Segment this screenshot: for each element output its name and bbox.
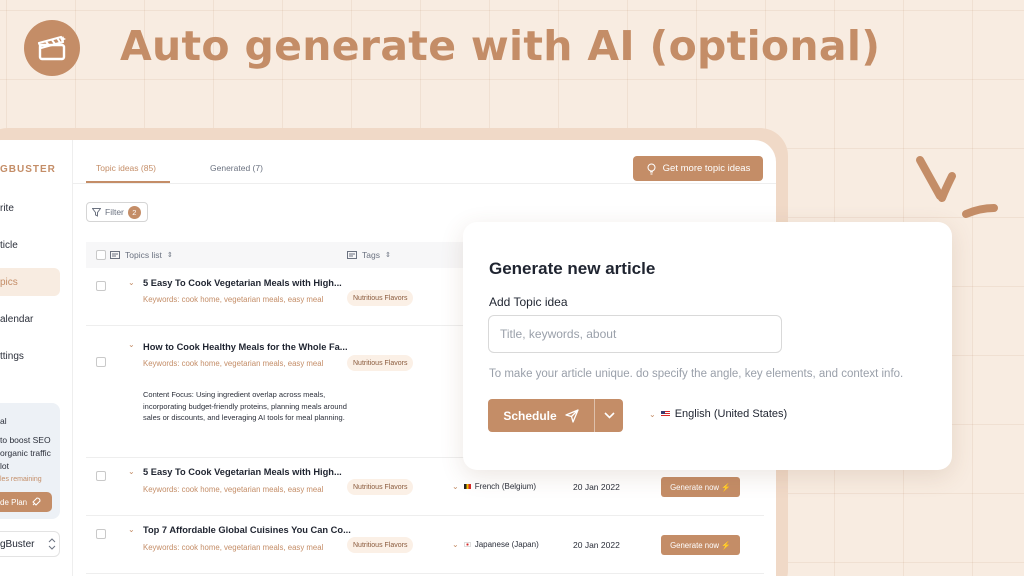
dialog-title: Generate new article: [489, 259, 656, 278]
generate-now-button[interactable]: Generate now ⚡: [661, 477, 740, 497]
sidebar-item-label: rite: [0, 202, 14, 214]
tag-badge: Nutritious Flavors: [347, 355, 414, 371]
topic-description: Content Focus: Using ingredient overlap …: [143, 390, 347, 422]
topic-title: 5 Easy To Cook Vegetarian Meals with Hig…: [143, 278, 342, 288]
chevron-down-icon: ⌄: [452, 540, 459, 549]
sidebar-item-write[interactable]: rite: [0, 194, 60, 222]
topic-keywords: Keywords: cook home, vegetarian meals, e…: [143, 485, 324, 494]
flag-icon: [463, 484, 471, 489]
generate-now-button[interactable]: Generate now ⚡: [661, 535, 740, 555]
filter-button[interactable]: Filter 2: [86, 202, 148, 222]
workspace-switcher[interactable]: gBuster: [0, 531, 60, 557]
flag-icon: [660, 411, 670, 417]
topic-title: 5 Easy To Cook Vegetarian Meals with Hig…: [143, 467, 342, 477]
language-select[interactable]: ⌄ French (Belgium): [452, 482, 536, 491]
sparkle-icon: [916, 156, 998, 218]
sidebar-item-label: ttings: [0, 350, 24, 362]
tag-badge: Nutritious Flavors: [347, 290, 414, 306]
tab-generated[interactable]: Generated (7): [210, 163, 263, 173]
schedule-options-button[interactable]: [595, 399, 623, 432]
chevron-down-icon[interactable]: ⌄: [128, 467, 135, 476]
promo-line: organic traffic: [0, 448, 51, 458]
chevron-down-icon[interactable]: ⌄: [128, 278, 135, 287]
tabs-divider: [73, 183, 776, 184]
chevron-down-icon: ⌄: [649, 409, 656, 419]
send-icon: [565, 408, 579, 423]
sidebar-item-calendar[interactable]: alendar: [0, 305, 60, 333]
topic-title: How to Cook Healthy Meals for the Whole …: [143, 342, 348, 352]
column-label: Tags: [362, 250, 380, 260]
sidebar: GBUSTER rite ticle pics alendar ttings a…: [0, 140, 73, 576]
chevron-down-icon: ⌄: [452, 482, 459, 491]
row-date: 20 Jan 2022: [573, 540, 620, 550]
button-label: Get more topic ideas: [662, 163, 751, 174]
topic-idea-input[interactable]: [488, 315, 782, 353]
language-label: English (United States): [674, 408, 788, 420]
column-label: Topics list: [125, 250, 162, 260]
brand-name: GBUSTER: [0, 164, 56, 175]
table-row[interactable]: ⌄ Top 7 Affordable Global Cuisines You C…: [86, 516, 764, 574]
topic-title: Top 7 Affordable Global Cuisines You Can…: [143, 525, 351, 535]
select-all-checkbox[interactable]: [96, 250, 106, 260]
sidebar-item-label: alendar: [0, 313, 34, 325]
schedule-split-button: Schedule: [488, 399, 623, 432]
promo-title: al: [0, 416, 7, 426]
page-headline: Auto generate with AI (optional): [120, 22, 881, 70]
tag-icon: [347, 251, 357, 259]
chevron-updown-icon: [49, 538, 56, 550]
row-checkbox[interactable]: [96, 471, 106, 481]
topic-keywords: Keywords: cook home, vegetarian meals, e…: [143, 295, 324, 304]
language-label: Japanese (Japan): [474, 540, 539, 549]
sidebar-item-label: ticle: [0, 239, 18, 251]
language-select[interactable]: ⌄ Japanese (Japan): [452, 540, 539, 549]
filter-count-badge: 2: [127, 205, 141, 219]
language-label: French (Belgium): [474, 482, 537, 491]
chevron-down-icon[interactable]: ⌄: [128, 525, 135, 534]
get-more-topic-ideas-button[interactable]: Get more topic ideas: [633, 156, 763, 181]
topic-keywords: Keywords: cook home, vegetarian meals, e…: [143, 543, 324, 552]
upgrade-plan-button[interactable]: de Plan: [0, 492, 52, 512]
chevron-down-icon[interactable]: ⌄: [128, 340, 135, 349]
sidebar-item-topics[interactable]: pics: [0, 268, 60, 296]
funnel-icon: [92, 207, 101, 217]
filter-label: Filter: [105, 207, 124, 217]
upgrade-promo: al to boost SEO organic traffic lot les …: [0, 403, 60, 519]
chevron-down-icon: [603, 412, 615, 419]
lightbulb-icon: [647, 163, 656, 174]
topic-idea-label: Add Topic idea: [489, 295, 568, 309]
promo-line: to boost SEO: [0, 435, 51, 445]
sidebar-item-article[interactable]: ticle: [0, 231, 60, 259]
sidebar-item-settings[interactable]: ttings: [0, 342, 60, 370]
generate-article-dialog: Generate new article Add Topic idea To m…: [463, 222, 952, 470]
tag-badge: Nutritious Flavors: [347, 537, 414, 553]
row-checkbox[interactable]: [96, 357, 106, 367]
sort-icon: ⇕: [166, 252, 173, 259]
clapperboard-icon: [24, 20, 80, 76]
button-label: de Plan: [0, 497, 28, 507]
row-date: 20 Jan 2022: [573, 482, 620, 492]
promo-remaining: les remaining: [0, 476, 42, 483]
promo-line: lot: [0, 461, 9, 471]
sidebar-item-label: pics: [0, 276, 18, 288]
list-icon: [110, 251, 120, 259]
flag-icon: [463, 542, 471, 547]
tag-badge: Nutritious Flavors: [347, 479, 414, 495]
sort-icon: ⇕: [384, 252, 391, 259]
schedule-button[interactable]: Schedule: [488, 399, 594, 432]
promo-description: to boost SEO organic traffic lot: [0, 434, 74, 473]
dialog-hint: To make your article unique. do specify …: [489, 368, 904, 380]
row-checkbox[interactable]: [96, 529, 106, 539]
column-topics[interactable]: Topics list ⇕: [110, 250, 173, 260]
row-checkbox[interactable]: [96, 281, 106, 291]
tab-topic-ideas[interactable]: Topic ideas (85): [96, 163, 156, 173]
column-tags[interactable]: Tags ⇕: [347, 250, 391, 260]
topic-keywords: Keywords: cook home, vegetarian meals, e…: [143, 359, 324, 368]
rocket-icon: [32, 497, 41, 506]
workspace-name: gBuster: [0, 538, 35, 550]
language-select[interactable]: ⌄ English (United States): [649, 408, 787, 420]
button-label: Schedule: [503, 408, 557, 423]
